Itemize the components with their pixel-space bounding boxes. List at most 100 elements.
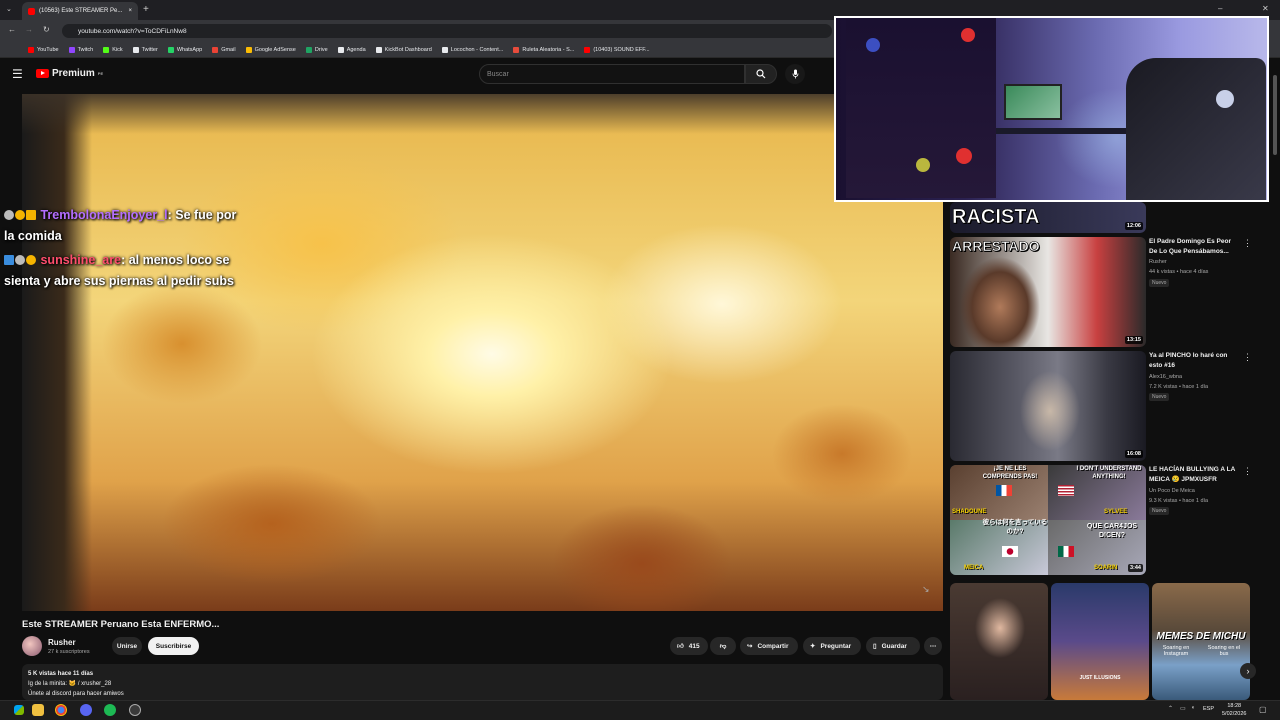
- monitor: [1004, 84, 1062, 120]
- scrollbar-thumb[interactable]: [1273, 75, 1277, 155]
- fullscreen-arrow-icon[interactable]: ↘: [922, 584, 930, 595]
- volume-icon[interactable]: ◖: [1191, 705, 1195, 711]
- spotify-icon[interactable]: [104, 704, 116, 716]
- bookmark-item[interactable]: Twitch: [68, 46, 94, 53]
- tray-chevron-icon[interactable]: ⌃: [1168, 705, 1173, 712]
- figure: [961, 28, 975, 42]
- bookmark-item[interactable]: Kick: [103, 46, 123, 53]
- logo-country: PE: [97, 71, 104, 76]
- more-vertical-icon[interactable]: ⋮: [1243, 466, 1252, 477]
- chat-username: TrembolonaEnjoyer_l: [40, 208, 168, 222]
- bookmark-item[interactable]: (10403) SOUND EFF...: [584, 46, 650, 53]
- figure: [916, 158, 930, 172]
- video-duration: 16:08: [1124, 450, 1143, 458]
- bookmark-favicon-icon: [212, 46, 219, 53]
- search-button[interactable]: [745, 64, 777, 84]
- windows-start-icon[interactable]: [14, 705, 24, 715]
- tab-search-icon[interactable]: ⌄: [6, 5, 12, 13]
- recommended-video-title[interactable]: Ya al PINCHO lo haré con esto #16: [1149, 351, 1239, 371]
- short-thumbnail[interactable]: MEMES DE MICHU Soaring en Instagram Soar…: [1152, 583, 1250, 700]
- search-placeholder: Buscar: [487, 70, 509, 78]
- bookmark-favicon-icon: [68, 46, 75, 53]
- youtube-premium-logo[interactable]: Premium PE: [36, 68, 103, 79]
- bookmark-item[interactable]: Ruleta Aleatoria - S...: [513, 46, 574, 53]
- france-flag-icon: [996, 485, 1012, 496]
- network-icon[interactable]: ▭: [1180, 705, 1186, 712]
- recommended-video-title[interactable]: LE HACÍAN BULLYING A LA MEICA 😢 JPMXUSFR: [1149, 465, 1239, 485]
- recommended-video-thumbnail[interactable]: ¡JE NE LES COMPRENDS PAS! I DON'T UNDERS…: [950, 465, 1146, 575]
- bookmark-item[interactable]: KickBot Dashboard: [375, 46, 432, 53]
- recommended-channel[interactable]: Rusher: [1149, 258, 1241, 267]
- recommended-channel[interactable]: Alex16_wbna: [1149, 373, 1241, 382]
- close-tab-icon[interactable]: ×: [128, 8, 132, 14]
- more-actions-button[interactable]: ⋯: [924, 637, 942, 655]
- subscribe-button[interactable]: Suscribirse: [148, 637, 199, 655]
- menu-icon[interactable]: ☰: [12, 67, 23, 81]
- bookmark-item[interactable]: WhatsApp: [167, 46, 202, 53]
- notification-icon[interactable]: ▢: [1259, 705, 1267, 714]
- recommended-video-title[interactable]: El Padre Domingo Es Peor De Lo Que Pensá…: [1149, 237, 1239, 257]
- ask-button[interactable]: ✦ Preguntar: [803, 637, 861, 655]
- more-vertical-icon[interactable]: ⋮: [1243, 238, 1252, 249]
- mexico-flag-icon: [1058, 546, 1074, 557]
- share-button[interactable]: ↪ Compartir: [740, 637, 798, 655]
- video-duration: 12:06: [1124, 222, 1143, 230]
- like-button[interactable]: 👍︎ 415: [670, 637, 708, 655]
- reload-icon[interactable]: ↻: [43, 25, 50, 34]
- bookmark-item[interactable]: Agenda: [337, 46, 366, 53]
- join-button[interactable]: Unirse: [112, 637, 142, 655]
- video-player[interactable]: [22, 94, 943, 611]
- short-thumbnail[interactable]: JUST ILLUSIONS: [1051, 583, 1149, 700]
- description-box[interactable]: 5 K vistas hace 11 días Ig de la minita:…: [22, 664, 943, 700]
- browser-tab[interactable]: (10563) Este STREAMER Pe... ×: [22, 2, 138, 20]
- subscriber-count: 27 k suscriptores: [48, 649, 90, 655]
- next-arrow-icon[interactable]: ›: [1240, 663, 1256, 679]
- thumbnail-caption: I DON'T UNDERSTAND ANYTHING!: [1076, 466, 1142, 480]
- bookmark-item[interactable]: Locochon - Content...: [441, 46, 503, 53]
- search-input[interactable]: Buscar: [479, 64, 745, 84]
- video-duration: 3:44: [1127, 564, 1143, 572]
- address-bar[interactable]: youtube.com/watch?v=ToCDFiLnNw8: [62, 24, 832, 38]
- more-vertical-icon[interactable]: ⋮: [1243, 352, 1252, 363]
- forward-icon[interactable]: →: [25, 25, 33, 34]
- video-duration: 13:15: [1124, 336, 1143, 344]
- save-label: Guardar: [881, 642, 907, 650]
- minimize-icon[interactable]: –: [1218, 4, 1222, 13]
- recommended-channel[interactable]: Un Poco De Meica: [1149, 487, 1241, 496]
- save-button[interactable]: ▯ Guardar: [866, 637, 920, 655]
- thumbnail-overlay-text: ARRESTADO: [952, 238, 1040, 255]
- language-indicator[interactable]: ESP: [1203, 706, 1214, 712]
- bookmark-item[interactable]: YouTube: [28, 46, 59, 53]
- bookmark-item[interactable]: Twitter: [132, 46, 158, 53]
- obs-icon[interactable]: [129, 704, 141, 716]
- bookmark-label: Google AdSense: [254, 46, 296, 53]
- bookmark-item[interactable]: Gmail: [212, 46, 236, 53]
- short-thumbnail[interactable]: [950, 583, 1048, 700]
- figure: [956, 148, 972, 164]
- chrome-icon[interactable]: [55, 704, 67, 716]
- bookmark-favicon-icon: [441, 46, 448, 53]
- recommended-video-thumbnail[interactable]: 16:08: [950, 351, 1146, 461]
- dislike-button[interactable]: 👎︎: [710, 637, 736, 655]
- channel-name[interactable]: Rusher: [48, 638, 76, 647]
- bookmark-label: Twitch: [77, 46, 94, 53]
- video-title: Este STREAMER Peruano Esta ENFERMO...: [22, 619, 220, 630]
- bookmark-item[interactable]: Google AdSense: [245, 46, 296, 53]
- new-tab-icon[interactable]: +: [143, 4, 149, 15]
- file-explorer-icon[interactable]: [32, 704, 44, 716]
- scrollbar[interactable]: [1270, 60, 1280, 700]
- discord-icon[interactable]: [80, 704, 92, 716]
- recommended-video-thumbnail[interactable]: RACISTA 12:06: [950, 202, 1146, 233]
- bookmark-item[interactable]: Drive: [305, 46, 328, 53]
- figure: [866, 38, 880, 52]
- share-label: Compartir: [757, 642, 789, 650]
- thumbnail-name: SHADOUNE: [952, 509, 987, 515]
- channel-avatar[interactable]: [22, 636, 42, 656]
- close-window-icon[interactable]: ✕: [1262, 4, 1269, 13]
- clock[interactable]: 18:28 5/02/2026: [1222, 702, 1246, 718]
- bookmark-favicon-icon: [337, 46, 344, 53]
- recommended-video-thumbnail[interactable]: ARRESTADO 13:15: [950, 237, 1146, 347]
- recommended-meta: 44 k vistas • hace 4 días: [1149, 269, 1209, 275]
- voice-search-button[interactable]: [785, 64, 805, 84]
- back-icon[interactable]: ←: [8, 25, 16, 34]
